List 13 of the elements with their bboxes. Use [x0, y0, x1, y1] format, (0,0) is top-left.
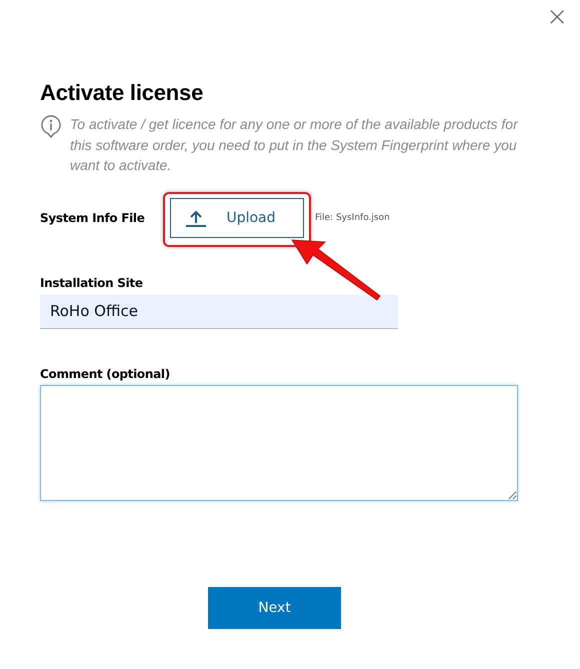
field-label: Comment (optional): [40, 366, 171, 380]
upload-icon: [186, 208, 206, 226]
comment-field[interactable]: [40, 384, 518, 500]
upload-button[interactable]: Upload: [170, 198, 304, 238]
next-button[interactable]: Next: [208, 586, 341, 628]
field-label: System Info File: [40, 210, 146, 224]
field-label: Installation Site: [40, 276, 144, 290]
close-button[interactable]: ×: [542, 4, 572, 30]
dialog-title: Activate license: [40, 80, 204, 106]
info-text: To activate / get licence for any one or more of the available products for this software order, you need to put in the System Fingerprint where you want to activate.: [70, 115, 520, 175]
info-icon: [40, 114, 62, 138]
file-name: File: SysInfo.json: [315, 212, 390, 222]
installation-site-field[interactable]: RoHo Office: [40, 294, 398, 328]
